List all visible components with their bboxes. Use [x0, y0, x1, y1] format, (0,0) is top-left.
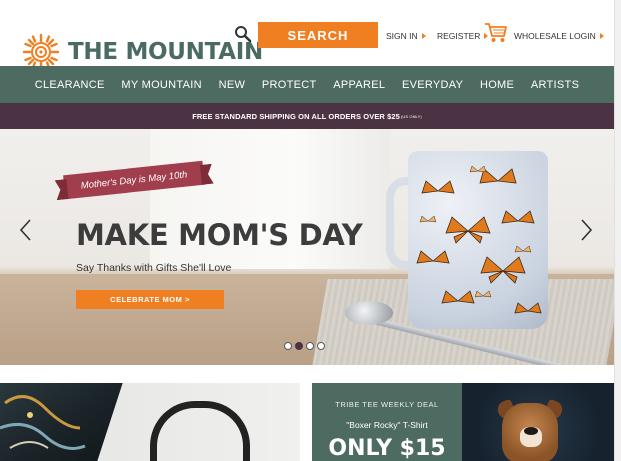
tote-handle-image: [150, 401, 250, 461]
deal-price: ONLY $15: [328, 436, 446, 461]
shopping-cart-icon: [485, 23, 507, 42]
nav-item-protect[interactable]: PROTECT: [262, 79, 317, 91]
search-toggle[interactable]: [228, 22, 258, 46]
celebrate-mom-button[interactable]: CELEBRATE MOM >: [76, 290, 224, 309]
deal-label: TRIBE TEE WEEKLY DEAL: [335, 400, 439, 409]
orange-arrow-icon: [421, 33, 426, 39]
carousel-dot[interactable]: [306, 342, 314, 350]
site-header: THE MOUNTAIN ® SEARCH SIGN IN REGISTER W…: [0, 0, 621, 71]
nav-item-everyday[interactable]: EVERYDAY: [402, 79, 463, 91]
shipping-text: FREE STANDARD SHIPPING ON ALL ORDERS OVE…: [192, 111, 400, 121]
nav-item-apparel[interactable]: APPAREL: [333, 79, 385, 91]
cart-button[interactable]: [484, 22, 508, 49]
wholesale-login-label: WHOLESALE LOGIN: [514, 31, 596, 41]
carousel-next-button[interactable]: [578, 218, 594, 242]
page-scrollbar[interactable]: [614, 0, 621, 461]
spoon-bowl-image: [345, 301, 393, 325]
nav-item-my-mountain[interactable]: MY MOUNTAIN: [121, 79, 202, 91]
search-button[interactable]: SEARCH: [258, 22, 378, 48]
shipping-note: (US ONLY): [400, 113, 422, 119]
butterfly-mug-image: [408, 151, 548, 329]
tiger-art-icon: [0, 395, 86, 450]
sign-in-label: SIGN IN: [386, 31, 418, 41]
nav-item-artists[interactable]: ARTISTS: [531, 79, 579, 91]
nav-item-clearance[interactable]: CLEARANCE: [35, 79, 105, 91]
chevron-left-icon: [19, 219, 31, 241]
hero-carousel[interactable]: Mother's Day is May 10th MAKE MOM'S DAY …: [0, 129, 614, 365]
carousel-dot[interactable]: [284, 342, 292, 350]
tote-bag-promo-tile[interactable]: [0, 383, 300, 461]
deal-product-name: "Boxer Rocky" T-Shirt: [346, 420, 428, 430]
register-label: REGISTER: [437, 31, 481, 41]
shipping-banner[interactable]: FREE STANDARD SHIPPING ON ALL ORDERS OVE…: [0, 103, 614, 129]
chevron-right-icon: [581, 219, 593, 241]
hero-title: MAKE MOM'S DAY: [76, 218, 363, 252]
butterfly-pattern-icon: [416, 165, 542, 314]
main-nav: CLEARANCE MY MOUNTAIN NEW PROTECT APPARE…: [0, 66, 614, 103]
carousel-indicators: [284, 342, 325, 350]
magnifier-icon: [235, 26, 252, 43]
nav-item-home[interactable]: HOME: [480, 79, 514, 91]
weekly-deal-tile[interactable]: TRIBE TEE WEEKLY DEAL "Boxer Rocky" T-Sh…: [312, 383, 614, 461]
register-link[interactable]: REGISTER: [437, 31, 489, 41]
orange-arrow-icon: [599, 33, 604, 39]
hero-subtitle: Say Thanks with Gifts She'll Love: [76, 262, 232, 274]
wholesale-login-link[interactable]: WHOLESALE LOGIN: [514, 31, 604, 41]
carousel-prev-button[interactable]: [18, 218, 34, 242]
sign-in-link[interactable]: SIGN IN: [386, 31, 426, 41]
carousel-dot-active[interactable]: [295, 342, 303, 350]
nav-item-new[interactable]: NEW: [219, 79, 246, 91]
carousel-dot[interactable]: [317, 342, 325, 350]
